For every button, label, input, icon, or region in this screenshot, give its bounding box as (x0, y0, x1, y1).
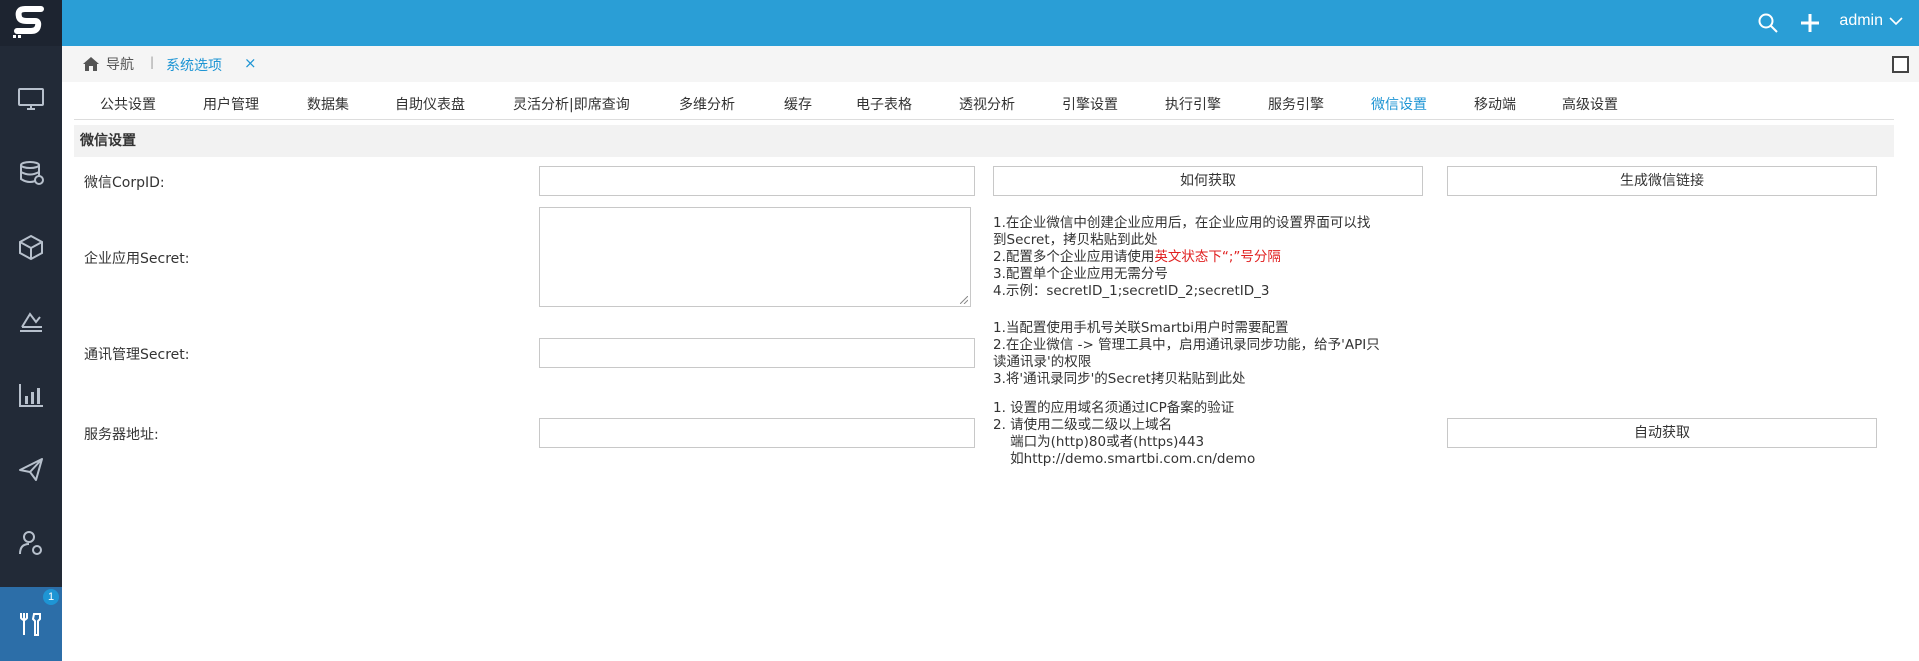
tab-flexible-analysis[interactable]: 灵活分析|即席查询 (513, 94, 630, 114)
home-icon (83, 57, 99, 71)
settings-tabs: 公共设置 用户管理 数据集 自助仪表盘 灵活分析|即席查询 多维分析 缓存 电子… (74, 86, 1894, 120)
help-highlight: 英文状态下“;”号分隔 (1154, 249, 1281, 265)
help-line: 读通讯录'的权限 (993, 354, 1092, 370)
bar-chart-icon (19, 384, 43, 407)
app-secret-help: 1.在企业微信中创建企业应用后，在企业应用的设置界面可以找 到Secret，拷贝… (993, 215, 1370, 300)
sidebar-item-analysis[interactable] (0, 284, 62, 358)
tab-mobile[interactable]: 移动端 (1474, 94, 1516, 114)
tab-engine-settings[interactable]: 引擎设置 (1062, 94, 1118, 114)
server-address-input[interactable] (539, 418, 975, 448)
user-settings-icon (19, 531, 42, 555)
cube-icon (19, 234, 43, 261)
server-address-label: 服务器地址: (84, 427, 159, 443)
breadcrumb-separator: | (150, 55, 155, 69)
tab-advanced-settings[interactable]: 高级设置 (1562, 94, 1618, 114)
chevron-down-icon (1889, 17, 1903, 26)
analysis-icon (20, 312, 42, 332)
contact-secret-input[interactable] (539, 338, 975, 368)
username: admin (1839, 12, 1883, 29)
help-line: 1.当配置使用手机号关联Smartbi用户时需要配置 (993, 320, 1289, 336)
notification-badge: 1 (43, 589, 59, 605)
help-line: 端口为(http)80或者(https)443 (993, 434, 1205, 450)
sidebar-item-system-tools[interactable]: 1 (0, 587, 62, 661)
help-line: 3.将'通讯录同步'的Secret拷贝粘贴到此处 (993, 371, 1246, 387)
close-tab-icon[interactable]: × (244, 54, 257, 72)
help-line: 2. 请使用二级或二级以上域名 (993, 417, 1173, 433)
breadcrumb-home-label: 导航 (106, 57, 134, 73)
tab-olap[interactable]: 多维分析 (679, 94, 735, 114)
contact-secret-label: 通讯管理Secret: (84, 347, 190, 363)
send-icon (19, 458, 43, 481)
tab-user-management[interactable]: 用户管理 (203, 94, 259, 114)
breadcrumb-home[interactable]: 导航 (82, 54, 134, 74)
help-line: 到Secret，拷贝粘贴到此处 (993, 232, 1158, 248)
help-line: 如http://demo.smartbi.com.cn/demo (993, 451, 1256, 467)
help-text: 2.配置多个企业应用请使用 (993, 249, 1155, 265)
tab-dashboard[interactable]: 自助仪表盘 (395, 94, 465, 114)
help-line: 1.在企业微信中创建企业应用后，在企业应用的设置界面可以找 (993, 215, 1371, 231)
how-to-get-button[interactable]: 如何获取 (993, 166, 1423, 196)
tab-wechat-settings[interactable]: 微信设置 (1371, 94, 1427, 114)
sidebar-item-charts[interactable] (0, 358, 62, 432)
tab-spreadsheet[interactable]: 电子表格 (856, 94, 912, 114)
server-address-help: 1. 设置的应用域名须通过ICP备案的验证 2. 请使用二级或二级以上域名 端口… (993, 400, 1255, 468)
app-secret-label: 企业应用Secret: (84, 251, 190, 267)
help-line: 1. 设置的应用域名须通过ICP备案的验证 (993, 400, 1235, 416)
resize-grip-icon[interactable] (960, 296, 968, 304)
generate-wechat-link-button[interactable]: 生成微信链接 (1447, 166, 1877, 196)
tab-dataset[interactable]: 数据集 (307, 94, 349, 114)
smartbi-logo[interactable] (0, 0, 62, 46)
tab-public-settings[interactable]: 公共设置 (100, 94, 156, 114)
breadcrumb-tab-system-options[interactable]: 系统选项 (166, 55, 222, 75)
help-line: 2.配置多个企业应用请使用英文状态下“;”号分隔 (993, 249, 1370, 266)
tab-cache[interactable]: 缓存 (784, 94, 812, 114)
help-line: 2.在企业微信 -> 管理工具中，启用通讯录同步功能，给予'API只 (993, 337, 1380, 353)
top-bar: admin (62, 0, 1919, 46)
maximize-icon[interactable] (1892, 56, 1909, 73)
sidebar-item-user-settings[interactable] (0, 506, 62, 580)
add-icon[interactable] (1798, 11, 1822, 35)
left-sidebar: 1 (0, 0, 62, 661)
section-title: 微信设置 (74, 125, 1894, 157)
help-line: 4.示例：secretID_1;secretID_2;secretID_3 (993, 283, 1270, 299)
sidebar-item-cube[interactable] (0, 210, 62, 284)
tab-execution-engine[interactable]: 执行引擎 (1165, 94, 1221, 114)
sidebar-item-monitor[interactable] (0, 62, 62, 136)
sidebar-item-publish[interactable] (0, 432, 62, 506)
breadcrumb: 导航 | 系统选项 × (62, 46, 1919, 82)
tab-service-engine[interactable]: 服务引擎 (1268, 94, 1324, 114)
search-icon[interactable] (1756, 11, 1780, 35)
database-icon (20, 161, 44, 185)
contact-secret-help: 1.当配置使用手机号关联Smartbi用户时需要配置 2.在企业微信 -> 管理… (993, 320, 1380, 388)
corpid-input[interactable] (539, 166, 975, 196)
monitor-icon (18, 88, 44, 110)
help-line: 3.配置单个企业应用无需分号 (993, 266, 1168, 282)
tools-icon (20, 613, 41, 636)
auto-detect-button[interactable]: 自动获取 (1447, 418, 1877, 448)
sidebar-item-database[interactable] (0, 136, 62, 210)
user-menu[interactable]: admin (1839, 12, 1903, 30)
corpid-label: 微信CorpID: (84, 175, 165, 191)
tab-pivot-analysis[interactable]: 透视分析 (959, 94, 1015, 114)
app-secret-textarea[interactable] (539, 207, 971, 307)
